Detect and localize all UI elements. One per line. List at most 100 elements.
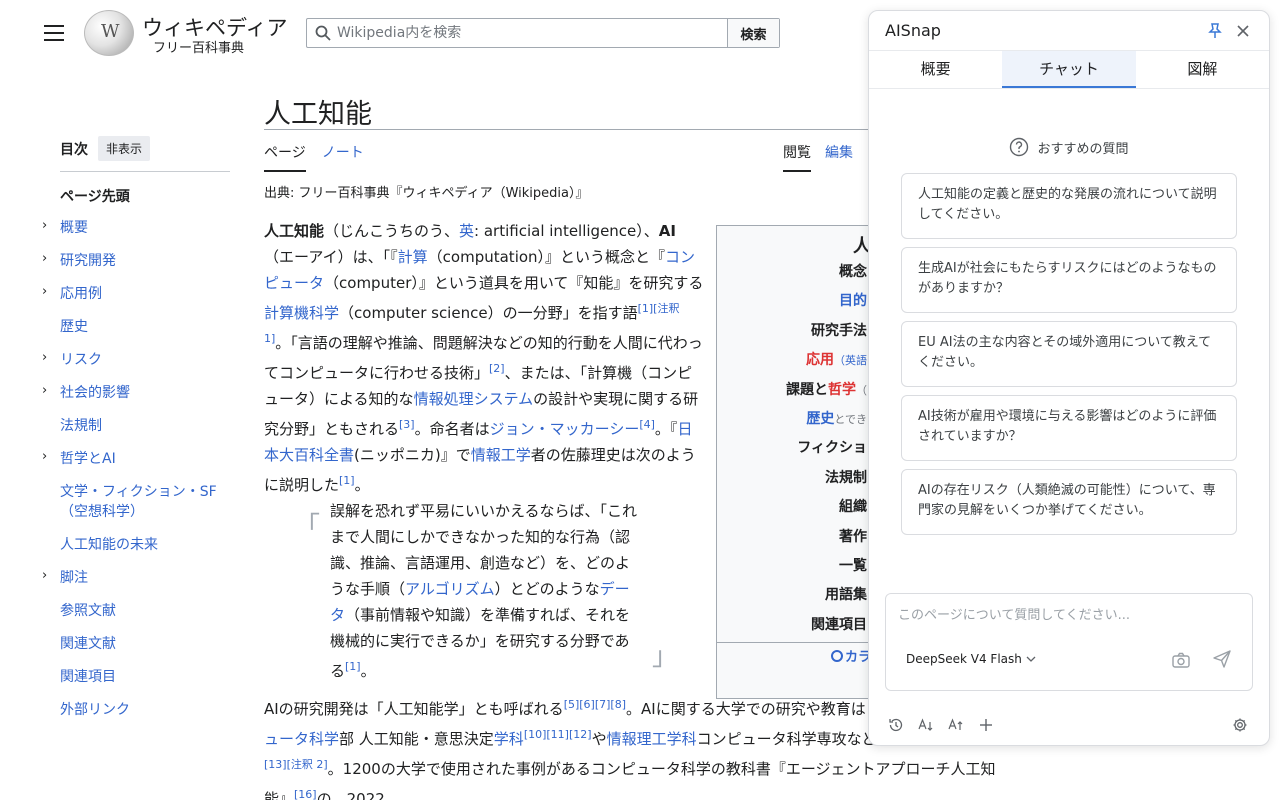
toc-item-label: 人工知能の未来 — [60, 537, 158, 553]
toc-item[interactable]: › 脚注 — [42, 568, 230, 588]
search-button[interactable]: 検索 — [727, 19, 779, 47]
history-icon — [889, 718, 903, 732]
text: (ニッポニカ)』で — [354, 446, 471, 464]
toc-item-label: 参照文献 — [60, 603, 116, 619]
tab-page[interactable]: ページ — [264, 142, 306, 172]
text: 部 人工知能・意思決定 — [339, 730, 494, 748]
close-icon — [1237, 24, 1249, 37]
chat-input[interactable] — [898, 604, 1238, 634]
link-info-sci[interactable]: 情報理工学科 — [607, 730, 697, 748]
suggested-questions: 人工知能の定義と歴史的な発展の流れについて説明してください。 生成AIが社会にもた… — [901, 173, 1237, 535]
toc-item[interactable]: › 応用例 — [42, 284, 230, 304]
send-button[interactable] — [1212, 649, 1232, 673]
font-increase-button[interactable] — [947, 716, 965, 734]
main-menu-button[interactable] — [44, 25, 64, 41]
camera-icon — [1172, 652, 1190, 668]
pin-button[interactable] — [1203, 19, 1227, 43]
search-icon — [315, 25, 331, 41]
link-computer-science[interactable]: 計算機科学 — [264, 304, 339, 322]
toc-item[interactable]: 歴史 — [60, 317, 230, 337]
toc-item[interactable]: › 研究開発 — [42, 251, 230, 271]
toc-item[interactable]: 法規制 — [60, 416, 230, 436]
table-of-contents: 目次 非表示 ページ先頭 › 概要 › 研究開発 › 応用例 歴史 › リスク › 社会的影響 法規制… — [42, 136, 230, 733]
text: ）とどのような — [494, 580, 600, 598]
toc-item[interactable]: › リスク — [42, 350, 230, 370]
toc-items: › 概要 › 研究開発 › 応用例 歴史 › リスク › 社会的影響 法規制 › 哲学とAI 文学・フィクシ… — [42, 218, 230, 720]
screenshot-button[interactable] — [1172, 652, 1190, 672]
chevron-right-icon[interactable]: › — [42, 381, 47, 401]
toc-item[interactable]: 外部リンク — [60, 700, 230, 720]
toc-item[interactable]: › 哲学とAI — [42, 449, 230, 469]
toc-item[interactable]: 参照文献 — [60, 601, 230, 621]
toc-item-label: 法規制 — [60, 418, 102, 434]
infobox-row-label: 歴史 — [806, 410, 835, 427]
ref-3[interactable]: [3] — [399, 418, 415, 431]
tab-read[interactable]: 閲覧 — [783, 142, 811, 172]
suggested-question[interactable]: 人工知能の定義と歴史的な発展の流れについて説明してください。 — [901, 173, 1237, 239]
suggested-question[interactable]: 生成AIが社会にもたらすリスクにはどのようなものがありますか？ — [901, 247, 1237, 313]
close-button[interactable] — [1231, 19, 1255, 43]
history-button[interactable] — [887, 716, 905, 734]
link-mccarthy[interactable]: ジョン・マッカーシー — [490, 420, 640, 438]
panel-tab[interactable]: 図解 — [1136, 51, 1269, 88]
toc-hide-button[interactable]: 非表示 — [98, 136, 151, 161]
chevron-right-icon[interactable]: › — [42, 447, 47, 467]
tab-edit[interactable]: 編集 — [825, 142, 853, 172]
toc-item-label: 社会的影響 — [60, 385, 130, 401]
aisnap-panel: AISnap 概要 チャット 図解 おすすめの質問 人工知能の定義と歴史的な発展の流… — [868, 10, 1270, 746]
chevron-right-icon[interactable]: › — [42, 566, 47, 586]
text: や — [591, 730, 607, 748]
link-info-system[interactable]: 情報処理システム — [414, 390, 534, 408]
ref-4[interactable]: [4] — [639, 418, 655, 431]
chat-composer: DeepSeek V4 Flash — [885, 593, 1253, 691]
font-decrease-button[interactable] — [917, 716, 935, 734]
search-field — [307, 19, 727, 47]
link-computation[interactable]: 計算 — [398, 248, 428, 266]
chevron-right-icon[interactable]: › — [42, 348, 47, 368]
text: （computation）』という概念と『 — [427, 248, 666, 266]
toc-item[interactable]: 関連文献 — [60, 634, 230, 654]
infobox-row-label: 目的 — [839, 293, 867, 310]
infobox-row-label: 応用 — [806, 352, 834, 369]
text: （エーアイ）は、「『 — [264, 248, 398, 266]
tab-note[interactable]: ノート — [322, 142, 364, 172]
text: 。 — [360, 662, 376, 680]
wikipedia-logo[interactable] — [84, 10, 134, 56]
suggested-question[interactable]: AI技術が雇用や環境に与える影響はどのように評価されていますか？ — [901, 395, 1237, 461]
toc-item-label: 関連項目 — [60, 669, 116, 685]
suggested-question[interactable]: AIの存在リスク（人類絶滅の可能性）について、専門家の見解をいくつか挙げてくださ… — [901, 469, 1237, 535]
infobox-row-extra[interactable]: 哲学 — [828, 382, 856, 398]
infobox-row-label: 関連項目 — [811, 616, 867, 633]
panel-tab[interactable]: チャット — [1002, 51, 1136, 88]
search-input[interactable] — [337, 25, 697, 41]
settings-button[interactable] — [1231, 716, 1249, 734]
link-info-eng[interactable]: 情報工学 — [471, 446, 531, 464]
ref-2[interactable]: [2] — [489, 362, 505, 375]
link-english[interactable]: 英 — [459, 222, 474, 240]
toc-item[interactable]: 文学・フィクション・SF（空想科学） — [60, 482, 230, 522]
link-dept[interactable]: 学科 — [494, 730, 524, 748]
toc-item-label: 概要 — [60, 220, 88, 236]
toc-item[interactable]: 人工知能の未来 — [60, 535, 230, 555]
ref-10-12[interactable]: [10][11][12] — [524, 728, 592, 741]
toc-item[interactable]: 関連項目 — [60, 667, 230, 687]
chevron-right-icon[interactable]: › — [42, 216, 47, 236]
text: （computer）』という道具を用いて『知能』を研究する — [324, 274, 704, 292]
send-icon — [1213, 650, 1231, 668]
chevron-right-icon[interactable]: › — [42, 249, 47, 269]
toc-item[interactable]: › 概要 — [42, 218, 230, 238]
new-chat-button[interactable] — [977, 716, 995, 734]
panel-tab[interactable]: 概要 — [869, 51, 1002, 88]
panel-footer — [869, 711, 1269, 739]
suggested-question[interactable]: EU AI法の主な内容とその域外適用について教えてください。 — [901, 321, 1237, 387]
ref-quote[interactable]: [1] — [345, 660, 361, 673]
model-selector[interactable]: DeepSeek V4 Flash — [906, 652, 1036, 666]
infobox-row-label: 著作 — [839, 528, 867, 545]
ref-5[interactable]: [1] — [339, 474, 355, 487]
chevron-right-icon[interactable]: › — [42, 282, 47, 302]
link-algorithm[interactable]: アルゴリズム — [405, 580, 495, 598]
toc-item[interactable]: › 社会的影響 — [42, 383, 230, 403]
ref-5-8[interactable]: [5][6][7][8] — [564, 698, 626, 711]
toc-top-link[interactable]: ページ先頭 — [60, 186, 230, 206]
ref-16[interactable]: [16] — [294, 788, 317, 800]
